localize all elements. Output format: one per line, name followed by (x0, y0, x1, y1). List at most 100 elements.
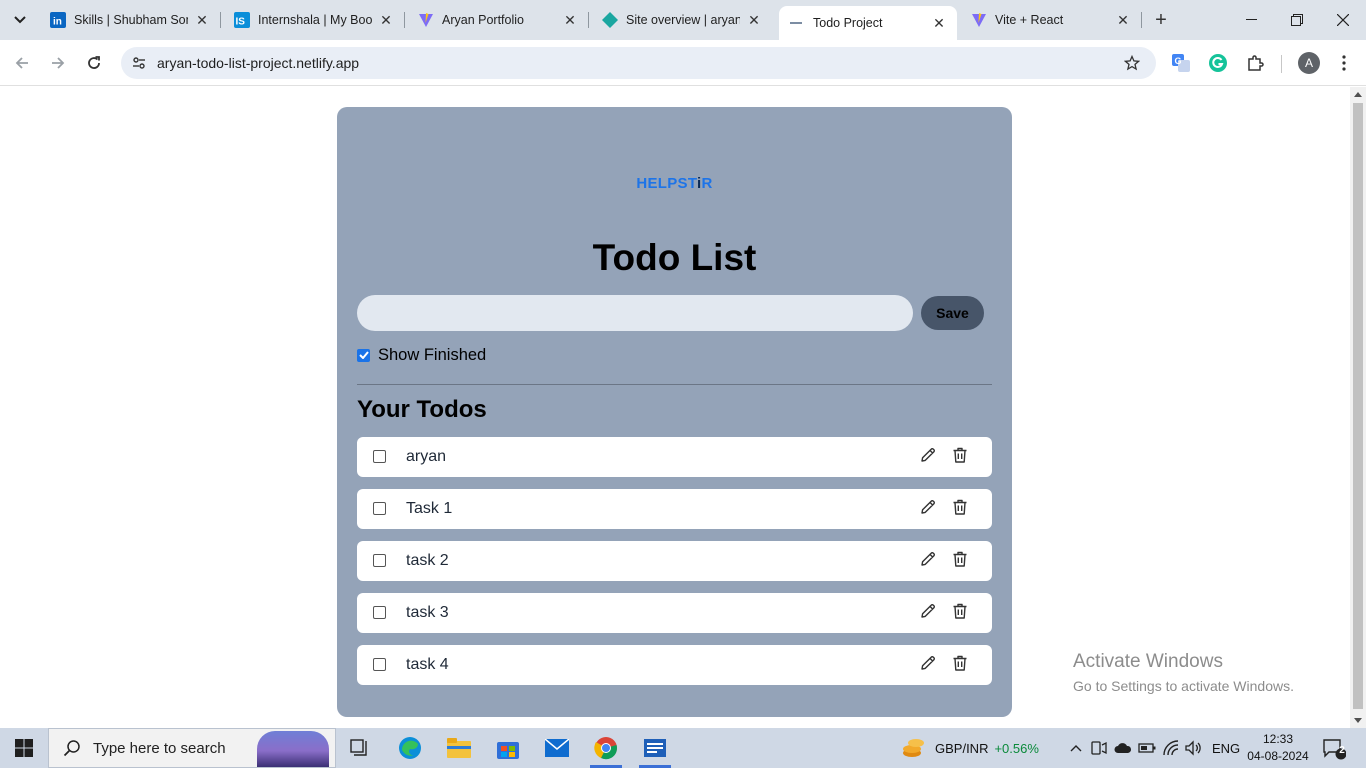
todos-heading: Your Todos (357, 396, 487, 423)
browser-toolbar: aryan-todo-list-project.netlify.app G A (0, 40, 1366, 86)
edit-pencil-icon[interactable] (917, 444, 939, 466)
divider (357, 384, 992, 385)
kebab-menu-icon[interactable] (1333, 52, 1355, 74)
tab-separator (220, 12, 221, 28)
delete-trash-icon[interactable] (949, 444, 971, 466)
vite-icon (418, 12, 434, 28)
delete-trash-icon[interactable] (949, 600, 971, 622)
browser-tab[interactable]: in Skills | Shubham Soni ✕ (40, 0, 221, 40)
forward-arrow-icon[interactable] (46, 51, 70, 75)
google-translate-icon[interactable]: G (1170, 52, 1192, 74)
onedrive-cloud-icon[interactable] (1113, 738, 1133, 758)
edit-pencil-icon[interactable] (917, 548, 939, 570)
restore-icon[interactable] (1274, 0, 1320, 40)
volume-speaker-icon[interactable] (1184, 738, 1204, 758)
loading-dash-icon (789, 15, 805, 31)
close-tab-icon[interactable]: ✕ (1115, 12, 1131, 28)
show-finished-label: Show Finished (378, 345, 487, 364)
scrollbar-thumb[interactable] (1353, 103, 1363, 709)
reload-icon[interactable] (82, 51, 106, 75)
delete-trash-icon[interactable] (949, 496, 971, 518)
browser-tab[interactable]: Aryan Portfolio ✕ (408, 0, 589, 40)
tab-title: Site overview | aryan- (626, 13, 740, 27)
show-finished-checkbox[interactable] (357, 348, 370, 362)
currency-ticker[interactable]: GBP/INR +0.56% (935, 728, 1039, 768)
watermark-subtitle: Go to Settings to activate Windows. (1073, 678, 1294, 694)
microsoft-store-icon[interactable] (484, 728, 532, 768)
scroll-up-arrow-icon[interactable] (1354, 92, 1362, 97)
close-tab-icon[interactable]: ✕ (194, 12, 210, 28)
delete-trash-icon[interactable] (949, 548, 971, 570)
todo-item: aryan (357, 437, 992, 477)
todo-card: HELPSTiR Todo List Save Show Finished Yo… (337, 107, 1012, 717)
ticker-change: +0.56% (994, 740, 1039, 756)
close-window-icon[interactable] (1320, 0, 1366, 40)
toolbar-separator (1281, 55, 1282, 73)
tab-title: Skills | Shubham Soni (74, 13, 188, 27)
scroll-down-arrow-icon[interactable] (1354, 718, 1362, 723)
close-tab-icon[interactable]: ✕ (378, 12, 394, 28)
browser-tab-active[interactable]: Todo Project ✕ (779, 6, 957, 40)
vscode-window-icon[interactable] (631, 728, 679, 768)
activate-windows-watermark: Activate Windows Go to Settings to activ… (1073, 651, 1294, 694)
back-arrow-icon[interactable] (10, 51, 34, 75)
close-tab-icon[interactable]: ✕ (562, 12, 578, 28)
ticker-name: GBP/INR (935, 740, 989, 756)
site-settings-icon[interactable] (129, 53, 149, 73)
show-hidden-icons-chevron-icon[interactable] (1066, 738, 1086, 758)
system-clock[interactable]: 12:33 04-08-2024 (1236, 731, 1320, 765)
close-tab-icon[interactable]: ✕ (931, 15, 947, 31)
url-text: aryan-todo-list-project.netlify.app (157, 55, 360, 71)
watermark-title: Activate Windows (1073, 651, 1223, 672)
battery-icon[interactable] (1137, 738, 1157, 758)
todo-item: task 3 (357, 593, 992, 633)
netlify-icon (602, 12, 618, 28)
mail-icon[interactable] (533, 728, 581, 768)
task-view-icon[interactable] (336, 728, 384, 768)
new-tab-plus-icon[interactable]: + (1151, 9, 1171, 31)
grammarly-icon[interactable] (1207, 52, 1229, 74)
todo-text: task 3 (406, 604, 449, 621)
todo-input[interactable] (357, 295, 913, 331)
todo-checkbox[interactable] (373, 554, 386, 567)
windows-taskbar: Type here to search GBP/INR +0.56% ENG 1… (0, 728, 1366, 768)
notification-count: 2 (1339, 745, 1345, 756)
edit-pencil-icon[interactable] (917, 496, 939, 518)
page-scrollbar[interactable] (1350, 87, 1366, 728)
delete-trash-icon[interactable] (949, 652, 971, 674)
browser-tab[interactable]: Vite + React ✕ (961, 0, 1142, 40)
svg-text:G: G (1175, 56, 1182, 66)
save-button[interactable]: Save (921, 296, 984, 330)
linkedin-icon: in (50, 12, 66, 28)
edit-pencil-icon[interactable] (917, 600, 939, 622)
browser-tab[interactable]: Site overview | aryan- ✕ (592, 0, 772, 40)
edit-pencil-icon[interactable] (917, 652, 939, 674)
internshala-icon: IS (234, 12, 250, 28)
todo-checkbox[interactable] (373, 450, 386, 463)
browser-tab[interactable]: IS Internshala | My Book ✕ (224, 0, 405, 40)
todo-checkbox[interactable] (373, 606, 386, 619)
close-tab-icon[interactable]: ✕ (746, 12, 762, 28)
taskbar-search-box[interactable]: Type here to search (48, 728, 336, 768)
chrome-icon[interactable] (582, 728, 630, 768)
minimize-icon[interactable] (1228, 0, 1274, 40)
meet-now-icon[interactable] (1089, 738, 1109, 758)
coins-icon[interactable] (902, 736, 926, 760)
file-explorer-icon[interactable] (435, 728, 483, 768)
show-finished-toggle[interactable]: Show Finished (357, 345, 486, 365)
tab-separator (404, 12, 405, 28)
edge-browser-icon[interactable] (386, 728, 434, 768)
todo-checkbox[interactable] (373, 502, 386, 515)
tab-separator (1141, 12, 1142, 28)
windows-start-icon[interactable] (0, 728, 48, 768)
extensions-puzzle-icon[interactable] (1244, 52, 1266, 74)
wifi-icon[interactable] (1161, 738, 1181, 758)
tab-separator (588, 12, 589, 28)
todo-text: task 2 (406, 552, 449, 569)
tab-search-chevron-icon[interactable] (8, 8, 32, 32)
bookmark-star-icon[interactable] (1122, 53, 1142, 73)
notification-center-icon[interactable]: 2 (1322, 738, 1346, 760)
address-bar[interactable]: aryan-todo-list-project.netlify.app (121, 47, 1156, 79)
todo-checkbox[interactable] (373, 658, 386, 671)
profile-avatar[interactable]: A (1298, 52, 1320, 74)
